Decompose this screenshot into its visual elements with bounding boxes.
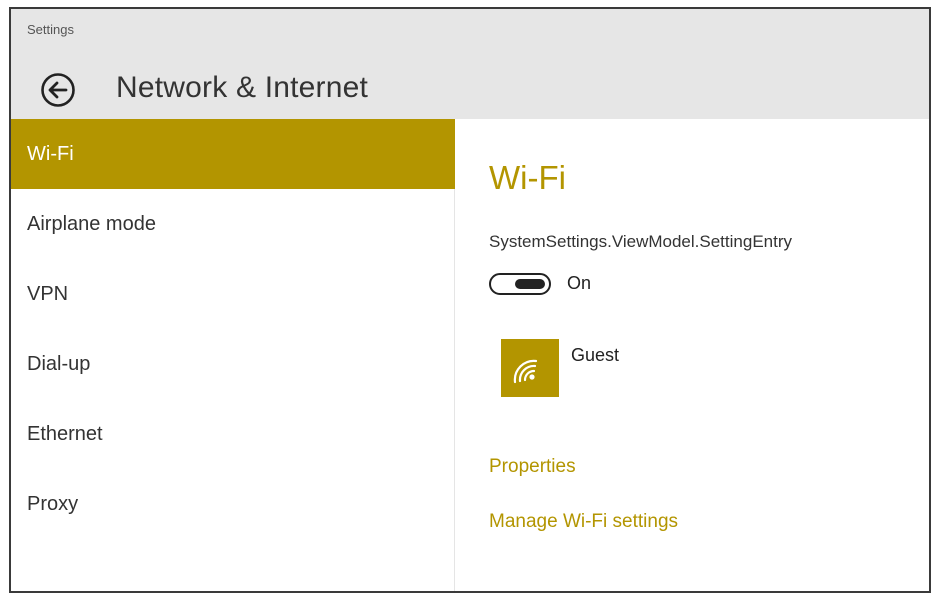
header-bar: Settings Network & Internet: [11, 9, 929, 119]
sidebar-item-label: Airplane mode: [27, 213, 156, 235]
page-title: Network & Internet: [116, 71, 369, 104]
toggle-state-label: On: [567, 273, 592, 293]
setting-entry-label: SystemSettings.ViewModel.SettingEntry: [489, 232, 792, 251]
properties-link[interactable]: Properties: [489, 456, 576, 478]
sidebar-item-label: Dial-up: [27, 353, 91, 375]
network-name: Guest: [571, 345, 620, 365]
manage-wifi-settings-link[interactable]: Manage Wi-Fi settings: [489, 511, 678, 533]
back-arrow-icon[interactable]: [40, 72, 76, 108]
sidebar-item-label: Proxy: [27, 493, 79, 515]
wifi-signal-icon: [513, 359, 538, 384]
settings-window: Settings Network & Internet Wi-Fi Airpla…: [9, 7, 931, 593]
sidebar-item-airplane-mode[interactable]: Airplane mode: [11, 189, 455, 259]
sidebar-item-proxy[interactable]: Proxy: [11, 469, 455, 539]
sidebar-item-wifi[interactable]: Wi-Fi: [11, 119, 455, 189]
main-content: Wi-Fi SystemSettings.ViewModel.SettingEn…: [455, 119, 929, 591]
network-tile[interactable]: [501, 339, 559, 397]
sidebar: Wi-Fi Airplane mode VPN Dial-up Ethernet…: [11, 119, 455, 591]
sidebar-item-vpn[interactable]: VPN: [11, 259, 455, 329]
sidebar-item-label: Ethernet: [27, 423, 103, 445]
section-title: Wi-Fi: [489, 159, 566, 196]
wifi-toggle[interactable]: [489, 273, 551, 295]
sidebar-item-ethernet[interactable]: Ethernet: [11, 399, 455, 469]
toggle-knob: [515, 279, 545, 289]
app-title: Settings: [27, 22, 74, 37]
sidebar-item-label: VPN: [27, 283, 69, 305]
sidebar-item-label: Wi-Fi: [27, 143, 74, 165]
sidebar-item-dial-up[interactable]: Dial-up: [11, 329, 455, 399]
